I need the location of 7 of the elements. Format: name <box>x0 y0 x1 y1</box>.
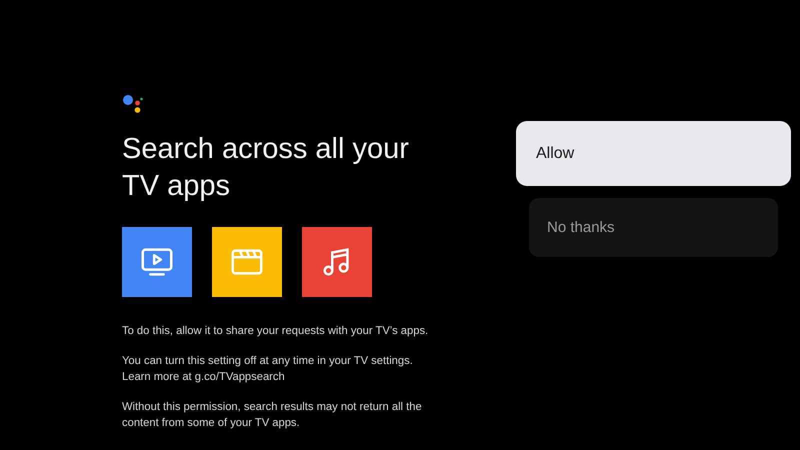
allow-button[interactable]: Allow <box>516 121 791 186</box>
info-text: You can turn this setting off at any time in your TV settings. Learn more at g.co/TVappsearch <box>122 354 414 385</box>
info-text: To do this, allow it to share your requests with your TV’s apps. <box>122 324 430 339</box>
page-title: Search across all your TV apps <box>122 132 410 204</box>
assistant-logo-icon <box>122 93 144 115</box>
decline-button[interactable]: No thanks <box>529 198 778 257</box>
info-text: Without this permission, search results may not return all the content from some of your TV apps. <box>122 400 423 431</box>
